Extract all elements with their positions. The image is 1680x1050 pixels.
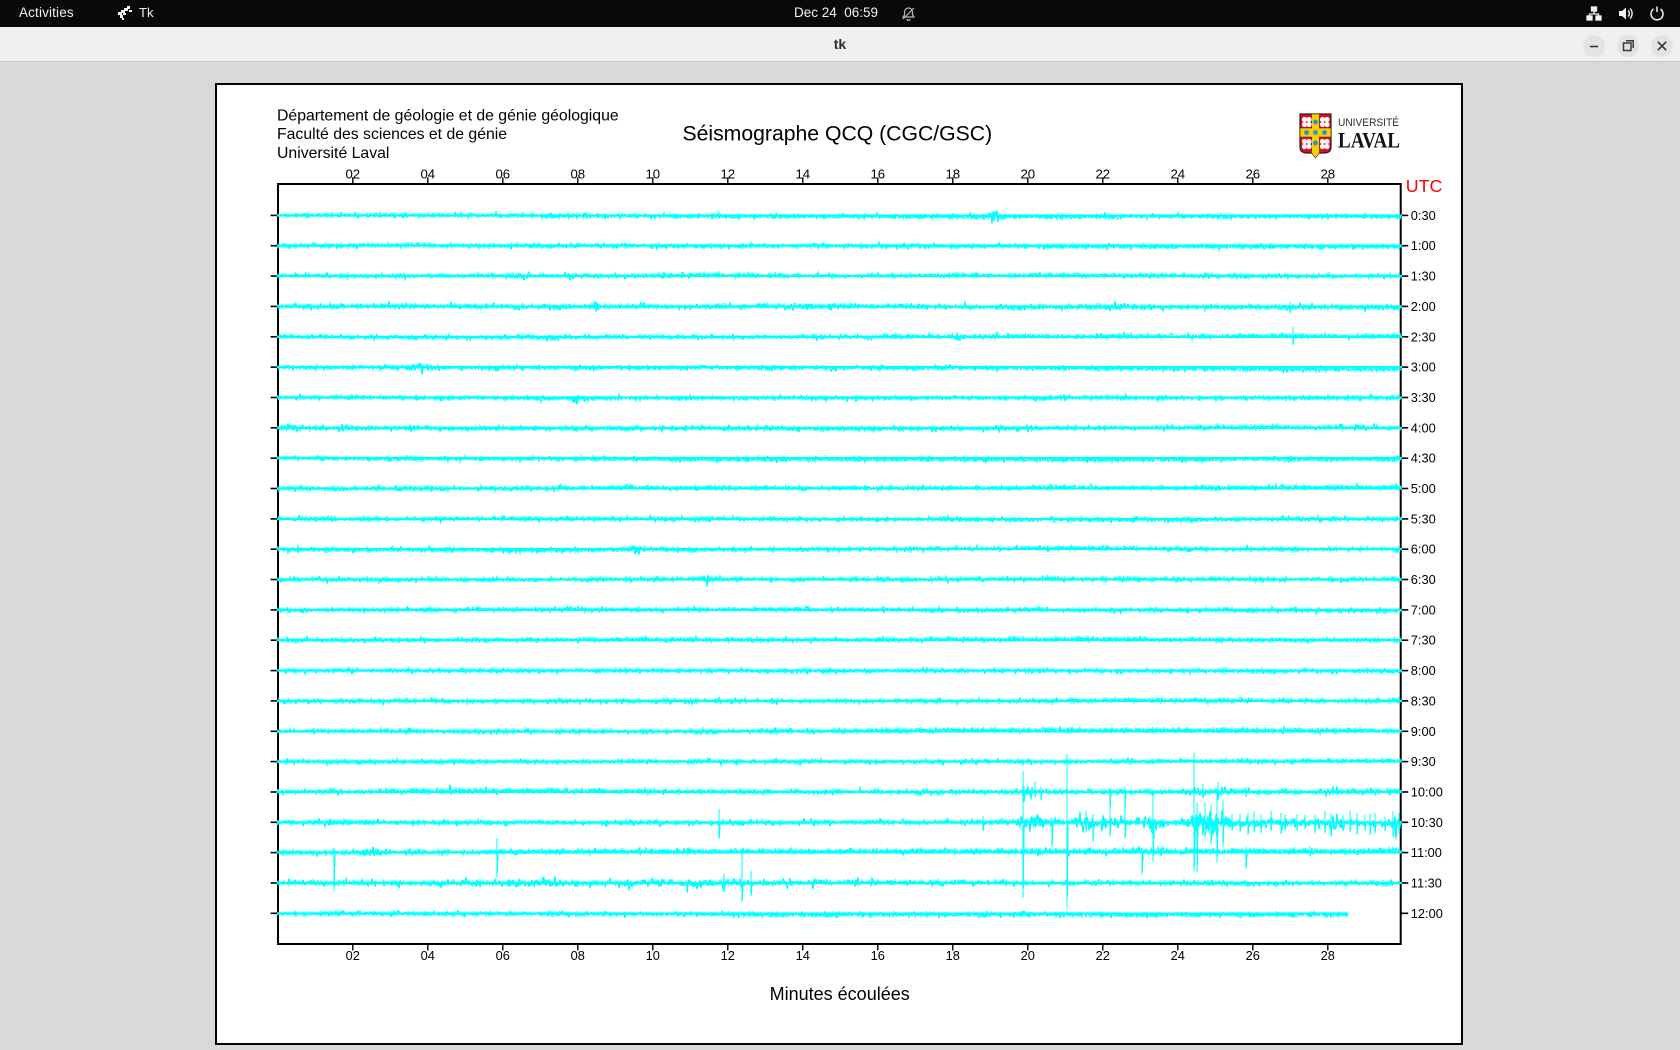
svg-text:20: 20 <box>1020 166 1035 181</box>
svg-text:9:30: 9:30 <box>1411 754 1436 769</box>
svg-text:3:00: 3:00 <box>1411 360 1436 375</box>
svg-text:20: 20 <box>1021 948 1035 963</box>
svg-text:12: 12 <box>720 166 735 181</box>
svg-text:6:00: 6:00 <box>1411 542 1436 557</box>
svg-text:Minutes écoulées: Minutes écoulées <box>770 984 910 1004</box>
svg-text:8:30: 8:30 <box>1411 693 1436 708</box>
svg-text:4:00: 4:00 <box>1411 420 1436 435</box>
svg-text:18: 18 <box>946 948 960 963</box>
svg-text:5:00: 5:00 <box>1411 481 1436 496</box>
svg-text:18: 18 <box>945 166 960 181</box>
svg-text:2:30: 2:30 <box>1411 329 1436 344</box>
svg-text:14: 14 <box>795 166 810 181</box>
svg-text:28: 28 <box>1320 166 1335 181</box>
svg-text:02: 02 <box>345 166 360 181</box>
svg-text:14: 14 <box>796 948 810 963</box>
svg-text:16: 16 <box>871 948 885 963</box>
svg-text:6:30: 6:30 <box>1411 572 1436 587</box>
svg-text:Université Laval: Université Laval <box>277 145 389 162</box>
svg-text:1:00: 1:00 <box>1411 238 1436 253</box>
svg-text:7:30: 7:30 <box>1411 633 1436 648</box>
svg-text:0:30: 0:30 <box>1411 208 1436 223</box>
svg-text:28: 28 <box>1321 948 1335 963</box>
svg-text:4:30: 4:30 <box>1411 451 1436 466</box>
svg-text:10:30: 10:30 <box>1411 815 1443 830</box>
svg-text:7:00: 7:00 <box>1411 602 1436 617</box>
svg-text:06: 06 <box>496 948 510 963</box>
svg-text:1:30: 1:30 <box>1411 269 1436 284</box>
svg-text:16: 16 <box>870 166 885 181</box>
svg-text:11:30: 11:30 <box>1411 876 1442 891</box>
svg-text:2:00: 2:00 <box>1411 299 1436 314</box>
svg-text:5:30: 5:30 <box>1411 511 1436 526</box>
svg-text:12: 12 <box>721 948 735 963</box>
svg-text:Faculté des sciences et de gén: Faculté des sciences et de génie <box>277 126 507 143</box>
svg-text:3:30: 3:30 <box>1411 390 1436 405</box>
svg-text:Département de géologie et de: Département de géologie et de génie géol… <box>277 107 619 124</box>
svg-text:24: 24 <box>1170 166 1185 181</box>
svg-text:26: 26 <box>1246 948 1260 963</box>
svg-text:9:00: 9:00 <box>1411 724 1436 739</box>
svg-text:24: 24 <box>1171 948 1185 963</box>
svg-text:Séismographe QCQ (CGC/GSC): Séismographe QCQ (CGC/GSC) <box>682 123 992 146</box>
svg-text:08: 08 <box>571 948 585 963</box>
svg-text:12:00: 12:00 <box>1411 906 1443 921</box>
svg-text:02: 02 <box>346 948 360 963</box>
svg-text:22: 22 <box>1095 166 1110 181</box>
svg-text:06: 06 <box>495 166 510 181</box>
svg-text:LAVAL: LAVAL <box>1338 128 1400 153</box>
svg-text:11:00: 11:00 <box>1411 845 1442 860</box>
svg-text:08: 08 <box>570 166 585 181</box>
svg-text:8:00: 8:00 <box>1411 663 1436 678</box>
svg-text:26: 26 <box>1245 166 1260 181</box>
svg-text:22: 22 <box>1096 948 1110 963</box>
svg-text:04: 04 <box>420 166 435 181</box>
svg-text:04: 04 <box>421 948 435 963</box>
svg-text:10: 10 <box>646 948 660 963</box>
svg-text:UTC: UTC <box>1406 176 1443 196</box>
svg-text:10:00: 10:00 <box>1411 785 1443 800</box>
svg-text:10: 10 <box>645 166 660 181</box>
